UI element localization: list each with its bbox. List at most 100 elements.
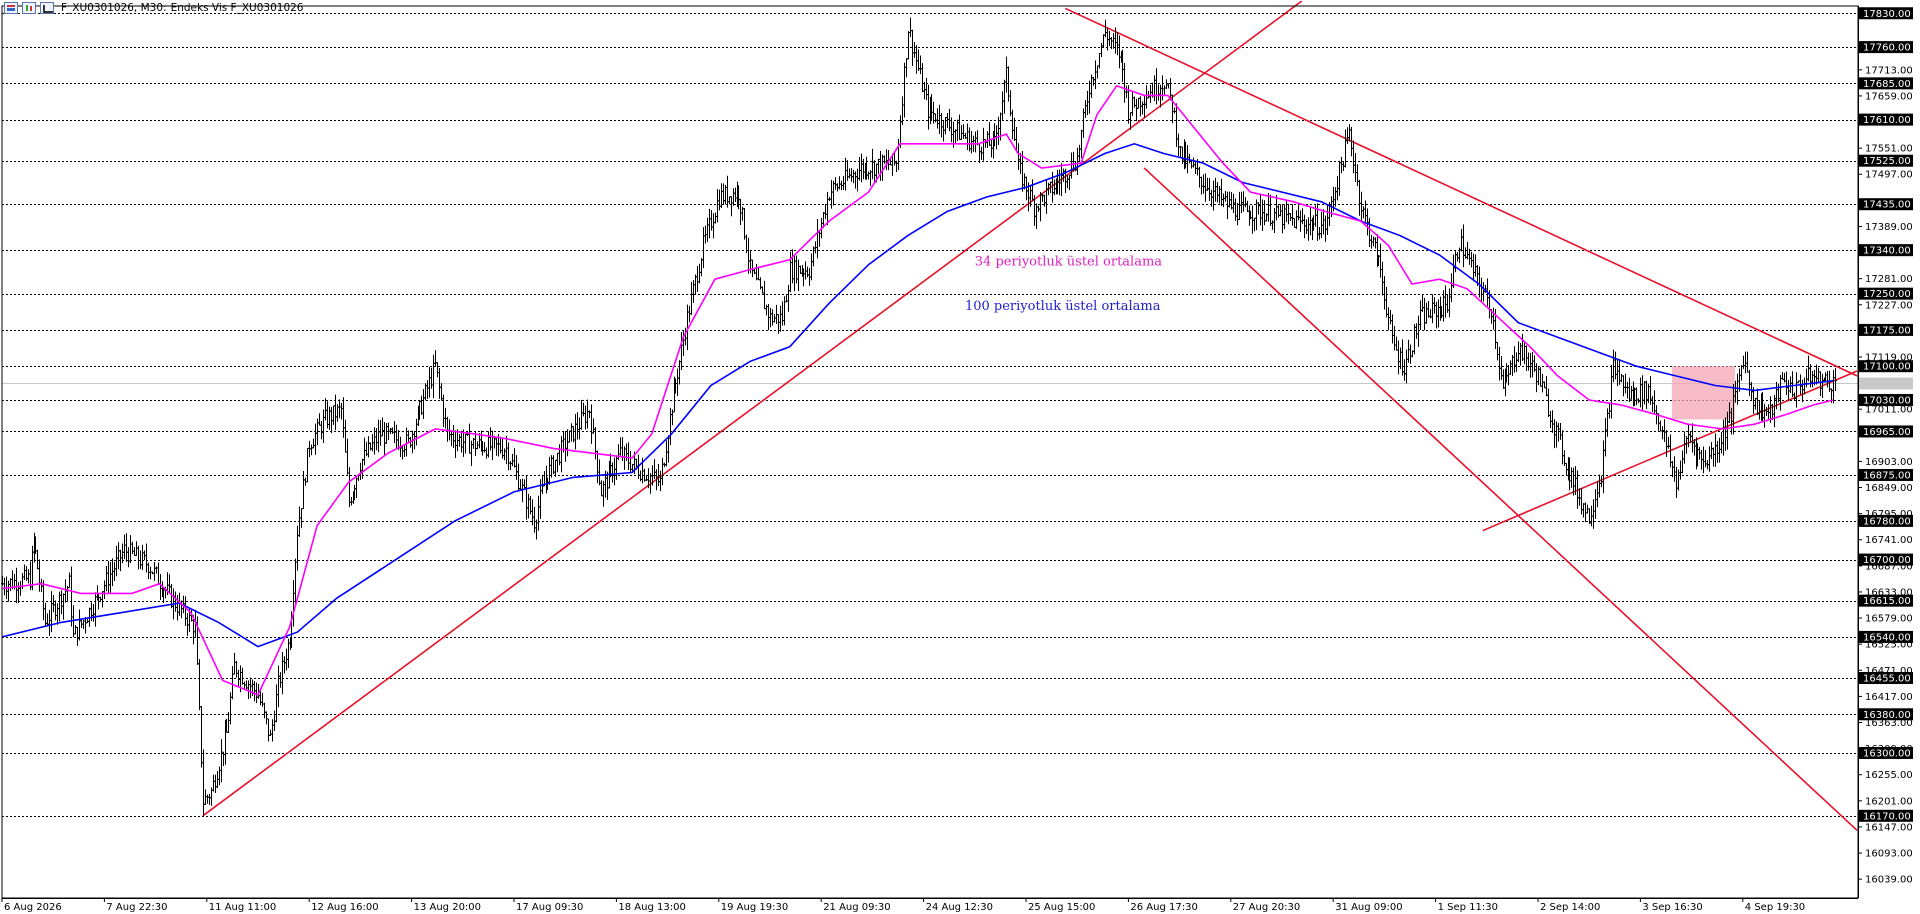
ohlc-bar xyxy=(1100,42,1103,58)
ohlc-bar xyxy=(220,739,223,783)
ohlc-bar xyxy=(564,431,567,462)
ohlc-bar xyxy=(913,42,916,58)
ohlc-bar xyxy=(1307,217,1310,241)
ohlc-bar xyxy=(714,212,717,224)
ohlc-bar xyxy=(1630,385,1633,400)
ohlc-bar xyxy=(787,284,790,312)
ohlc-bar xyxy=(676,368,679,397)
ohlc-bar xyxy=(1070,152,1073,179)
ohlc-bar xyxy=(296,525,299,571)
ema34-line xyxy=(1,84,1834,696)
x-tick-label: 21 Aug 09:30 xyxy=(823,902,890,913)
current-price-box xyxy=(1859,377,1913,390)
ohlc-bar xyxy=(537,495,540,531)
chart-window-icon[interactable] xyxy=(4,2,18,14)
ohlc-bar xyxy=(1535,363,1538,393)
ohlc-bar xyxy=(1791,371,1794,397)
ohlc-bar xyxy=(1145,85,1148,109)
ohlc-bar xyxy=(1714,433,1717,467)
ohlc-bar xyxy=(1285,200,1288,223)
ohlc-bar xyxy=(415,418,418,446)
ohlc-bar xyxy=(19,580,22,596)
plot-frame xyxy=(1,5,1859,899)
ohlc-bar xyxy=(452,424,455,449)
bars-icon[interactable] xyxy=(22,2,36,14)
ohlc-bar xyxy=(1754,397,1757,410)
ohlc-bar xyxy=(883,155,886,164)
ohlc-bar xyxy=(1795,372,1798,408)
level-price-label: 17100.00 xyxy=(1863,362,1911,373)
ohlc-bar xyxy=(826,191,829,226)
ohlc-bar xyxy=(1279,204,1282,217)
ohlc-bar xyxy=(198,659,201,711)
ohlc-bar xyxy=(1301,208,1304,225)
x-tick-label: 7 Aug 22:30 xyxy=(106,902,167,913)
ohlc-bar xyxy=(848,168,851,179)
ohlc-bar xyxy=(66,585,69,602)
ohlc-bar xyxy=(17,582,20,603)
ohlc-bar xyxy=(464,433,467,454)
ohlc-bar xyxy=(552,455,555,475)
line-chart-icon[interactable] xyxy=(40,2,54,14)
ohlc-bar xyxy=(588,410,591,418)
ohlc-bar xyxy=(1236,202,1239,226)
ohlc-bar xyxy=(9,578,12,592)
ohlc-bar xyxy=(1200,176,1203,195)
ohlc-bar xyxy=(623,446,626,470)
consolidation-box xyxy=(1671,366,1735,420)
ohlc-bar xyxy=(367,436,370,458)
ohlc-bar xyxy=(446,416,449,442)
ohlc-bar xyxy=(1033,195,1036,226)
ohlc-bar xyxy=(58,591,61,622)
ohlc-bar xyxy=(905,58,908,78)
ohlc-bar xyxy=(1218,186,1221,204)
ohlc-bar xyxy=(1531,351,1534,378)
ohlc-bar xyxy=(503,448,506,461)
ohlc-bar xyxy=(1683,431,1686,464)
ohlc-bar xyxy=(3,577,6,596)
ohlc-bar xyxy=(806,266,809,278)
ohlc-bar xyxy=(925,77,928,101)
ohlc-bar xyxy=(779,305,782,332)
ohlc-bar xyxy=(1403,359,1406,381)
ohlc-bar xyxy=(934,113,937,123)
ohlc-bar xyxy=(1616,359,1619,387)
ohlc-bar xyxy=(1088,80,1091,114)
x-tick-label: 18 Aug 13:00 xyxy=(618,902,685,913)
ohlc-bar xyxy=(454,430,457,459)
ohlc-bar xyxy=(1622,375,1625,397)
y-tick-label: 16039.00 xyxy=(1865,875,1913,886)
ohlc-bar xyxy=(1511,354,1514,376)
level-price-label: 16455.00 xyxy=(1863,674,1911,685)
ohlc-bar xyxy=(1549,410,1552,428)
ohlc-bar xyxy=(716,189,719,223)
ohlc-bar xyxy=(1379,243,1382,278)
ohlc-bar xyxy=(791,249,794,284)
ohlc-bar xyxy=(312,438,315,449)
ohlc-bar xyxy=(1641,375,1644,410)
ohlc-bar xyxy=(582,402,585,417)
ohlc-bar xyxy=(1756,388,1759,416)
ohlc-bar xyxy=(200,706,203,768)
ohlc-bar xyxy=(1763,403,1766,428)
ohlc-bar xyxy=(1724,417,1727,451)
ohlc-bar xyxy=(838,176,841,190)
ohlc-bar xyxy=(1194,160,1197,175)
ohlc-bar xyxy=(834,177,837,190)
ohlc-bar xyxy=(653,459,656,480)
ohlc-bar xyxy=(267,718,270,742)
ohlc-bar xyxy=(1094,60,1097,90)
price-chart[interactable]: 34 periyotluk üstel ortalama 100 periyotl… xyxy=(0,0,1920,914)
ohlc-bar xyxy=(1472,253,1475,282)
ohlc-bar xyxy=(1372,236,1375,247)
ohlc-bar xyxy=(927,84,930,130)
ohlc-bar xyxy=(430,367,433,389)
ohlc-bar xyxy=(1423,297,1426,331)
level-price-label: 16380.00 xyxy=(1863,710,1911,721)
ohlc-bar xyxy=(1661,426,1664,440)
ohlc-bar xyxy=(1529,352,1532,378)
ohlc-bar xyxy=(617,444,620,460)
ohlc-bar xyxy=(184,596,187,627)
ohlc-bar xyxy=(40,578,43,593)
ohlc-bar xyxy=(1580,488,1583,515)
